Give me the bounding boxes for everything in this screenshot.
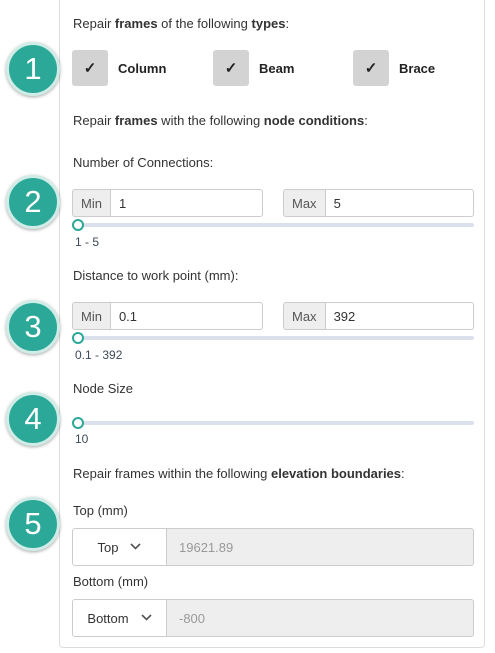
frame-types-heading: Repair frames of the following types: — [73, 16, 290, 31]
distance-range-text: 0.1 - 392 — [75, 348, 123, 362]
step-badge-3: 3 — [6, 300, 60, 354]
top-elevation-label: Top (mm) — [73, 503, 128, 518]
connections-max-group: Max — [283, 189, 474, 217]
distance-label: Distance to work point (mm): — [73, 268, 239, 283]
distance-min-group: Min — [72, 302, 263, 330]
bottom-select-value: Bottom — [87, 610, 129, 626]
node-size-value-text: 10 — [75, 432, 89, 446]
connections-range-text: 1 - 5 — [75, 235, 100, 249]
checkmark-icon: ✓ — [224, 60, 238, 77]
top-reference-select[interactable]: Top — [72, 528, 167, 566]
connections-min-group: Min — [72, 189, 263, 217]
distance-max-input[interactable] — [325, 302, 474, 330]
bottom-elevation-label: Bottom (mm) — [73, 574, 149, 589]
distance-min-addon: Min — [72, 302, 111, 330]
bottom-reference-select[interactable]: Bottom — [72, 599, 167, 637]
node-size-slider-handle[interactable] — [72, 417, 84, 429]
column-checkbox-label[interactable]: Column — [118, 61, 166, 76]
step-badge-5: 5 — [6, 497, 60, 551]
brace-checkbox[interactable]: ✓ — [353, 50, 389, 86]
beam-checkbox-label[interactable]: Beam — [259, 61, 294, 76]
column-checkbox[interactable]: ✓ — [72, 50, 108, 86]
bottom-elevation-field: -800 — [167, 599, 474, 637]
distance-slider-track[interactable] — [74, 336, 474, 340]
step-badge-4: 4 — [6, 392, 60, 446]
brace-checkbox-label[interactable]: Brace — [399, 61, 435, 76]
distance-slider-handle[interactable] — [72, 332, 84, 344]
connections-max-input[interactable] — [325, 189, 474, 217]
distance-max-group: Max — [283, 302, 474, 330]
connections-min-addon: Min — [72, 189, 111, 217]
chevron-down-icon — [130, 541, 142, 553]
node-size-label: Node Size — [73, 381, 133, 396]
step-badge-2: 2 — [6, 175, 60, 229]
checkmark-icon: ✓ — [364, 60, 378, 77]
top-select-value: Top — [97, 539, 119, 555]
distance-min-input[interactable] — [110, 302, 263, 330]
beam-checkbox[interactable]: ✓ — [213, 50, 249, 86]
connections-max-addon: Max — [283, 189, 326, 217]
elevation-heading: Repair frames within the following eleva… — [73, 466, 405, 481]
connections-slider-track[interactable] — [74, 223, 474, 227]
chevron-down-icon — [141, 612, 152, 624]
distance-max-addon: Max — [283, 302, 326, 330]
connections-slider-handle[interactable] — [72, 219, 84, 231]
connections-label: Number of Connections: — [73, 155, 214, 170]
step-badge-1: 1 — [6, 42, 60, 96]
node-conditions-heading: Repair frames with the following node co… — [73, 113, 368, 128]
top-elevation-field: 19621.89 — [167, 528, 474, 566]
node-size-slider-track[interactable] — [74, 421, 474, 425]
checkmark-icon: ✓ — [83, 60, 97, 77]
connections-min-input[interactable] — [110, 189, 263, 217]
